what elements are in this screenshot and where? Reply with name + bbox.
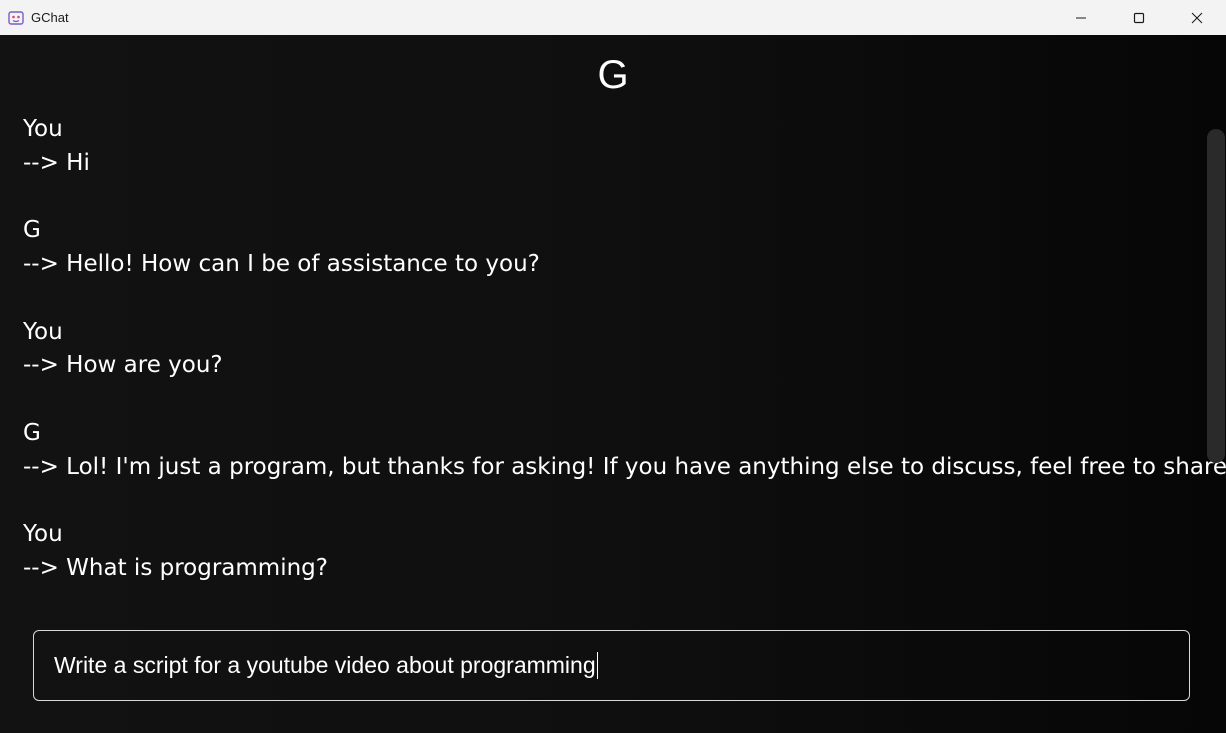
app-window: GChat G You --> Hi G --> Hello! How can …: [0, 0, 1226, 733]
close-button[interactable]: [1168, 0, 1226, 35]
message-text: --> Hi: [23, 149, 90, 176]
window-title: GChat: [31, 10, 69, 25]
message-input-value: Write a script for a youtube video about…: [54, 652, 596, 678]
message-text: --> How are you?: [23, 352, 223, 379]
message-input[interactable]: Write a script for a youtube video about…: [33, 630, 1190, 701]
title-bar[interactable]: GChat: [0, 0, 1226, 35]
message-sender: You: [23, 116, 63, 142]
app-face-icon: [8, 10, 24, 26]
minimize-icon: [1076, 17, 1086, 18]
message-item: You --> What is programming?: [23, 518, 1193, 619]
message-sender: G: [23, 217, 41, 244]
message-item: G --> Lol! I'm just a program, but thank…: [23, 417, 1226, 518]
window-controls: [1052, 0, 1226, 35]
scrollbar-thumb[interactable]: [1207, 129, 1225, 463]
message-item: You --> Hi: [23, 113, 1193, 214]
maximize-icon: [1133, 12, 1145, 23]
minimize-button[interactable]: [1052, 0, 1110, 35]
message-text: --> Lol! I'm just a program, but thanks …: [23, 453, 1226, 480]
text-caret: [596, 652, 598, 679]
message-list[interactable]: You --> Hi G --> Hello! How can I be of …: [23, 113, 1226, 619]
maximize-button[interactable]: [1110, 0, 1168, 35]
message-item: You --> How are you?: [23, 316, 1193, 417]
message-item: G --> Hello! How can I be of assistance …: [23, 214, 1193, 315]
message-sender: You: [23, 521, 63, 548]
message-text: --> What is programming?: [23, 554, 328, 581]
message-text: --> Hello! How can I be of assistance to…: [23, 250, 540, 277]
message-sender: G: [23, 419, 41, 446]
chat-header-title: G: [597, 53, 629, 97]
message-sender: You: [23, 318, 63, 345]
close-icon: [1191, 12, 1203, 23]
chat-area: G You --> Hi G --> Hello! How can I be o…: [0, 35, 1226, 733]
